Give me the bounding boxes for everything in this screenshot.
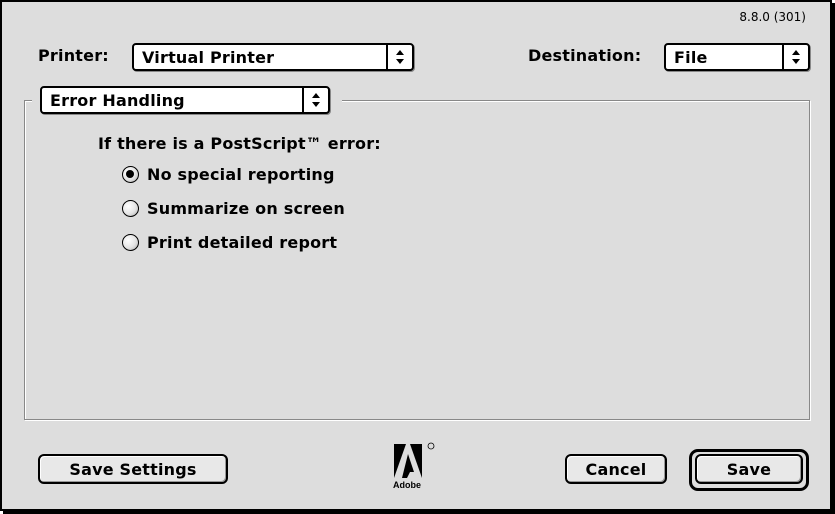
printer-label: Printer: <box>38 46 109 65</box>
version-label: 8.8.0 (301) <box>739 10 806 24</box>
destination-label: Destination: <box>528 46 642 65</box>
section-popup-value: Error Handling <box>50 90 185 110</box>
updown-arrows-icon <box>782 45 808 69</box>
adobe-logo-text: Adobe <box>393 480 421 490</box>
error-heading: If there is a PostScript™ error: <box>98 134 381 153</box>
section-popup[interactable]: Error Handling <box>40 86 330 114</box>
save-button[interactable]: Save <box>695 454 803 484</box>
save-settings-button[interactable]: Save Settings <box>38 454 228 484</box>
printer-popup-value: Virtual Printer <box>142 47 275 67</box>
radio-no-special-reporting[interactable]: No special reporting <box>122 165 335 184</box>
radio-label: Print detailed report <box>147 233 338 252</box>
print-dialog: 8.8.0 (301) Printer: Virtual Printer Des… <box>0 0 832 511</box>
updown-arrows-icon <box>386 45 412 69</box>
radio-label: Summarize on screen <box>147 199 345 218</box>
radio-print-detailed-report[interactable]: Print detailed report <box>122 233 337 252</box>
cancel-button[interactable]: Cancel <box>565 454 667 484</box>
radio-unselected-icon <box>122 234 139 251</box>
radio-unselected-icon <box>122 200 139 217</box>
updown-arrows-icon <box>302 88 328 112</box>
radio-label: No special reporting <box>147 165 335 184</box>
printer-popup[interactable]: Virtual Printer <box>132 43 414 71</box>
destination-popup[interactable]: File <box>664 43 810 71</box>
radio-selected-icon <box>122 166 139 183</box>
radio-summarize-on-screen[interactable]: Summarize on screen <box>122 199 345 218</box>
destination-popup-value: File <box>674 47 708 67</box>
